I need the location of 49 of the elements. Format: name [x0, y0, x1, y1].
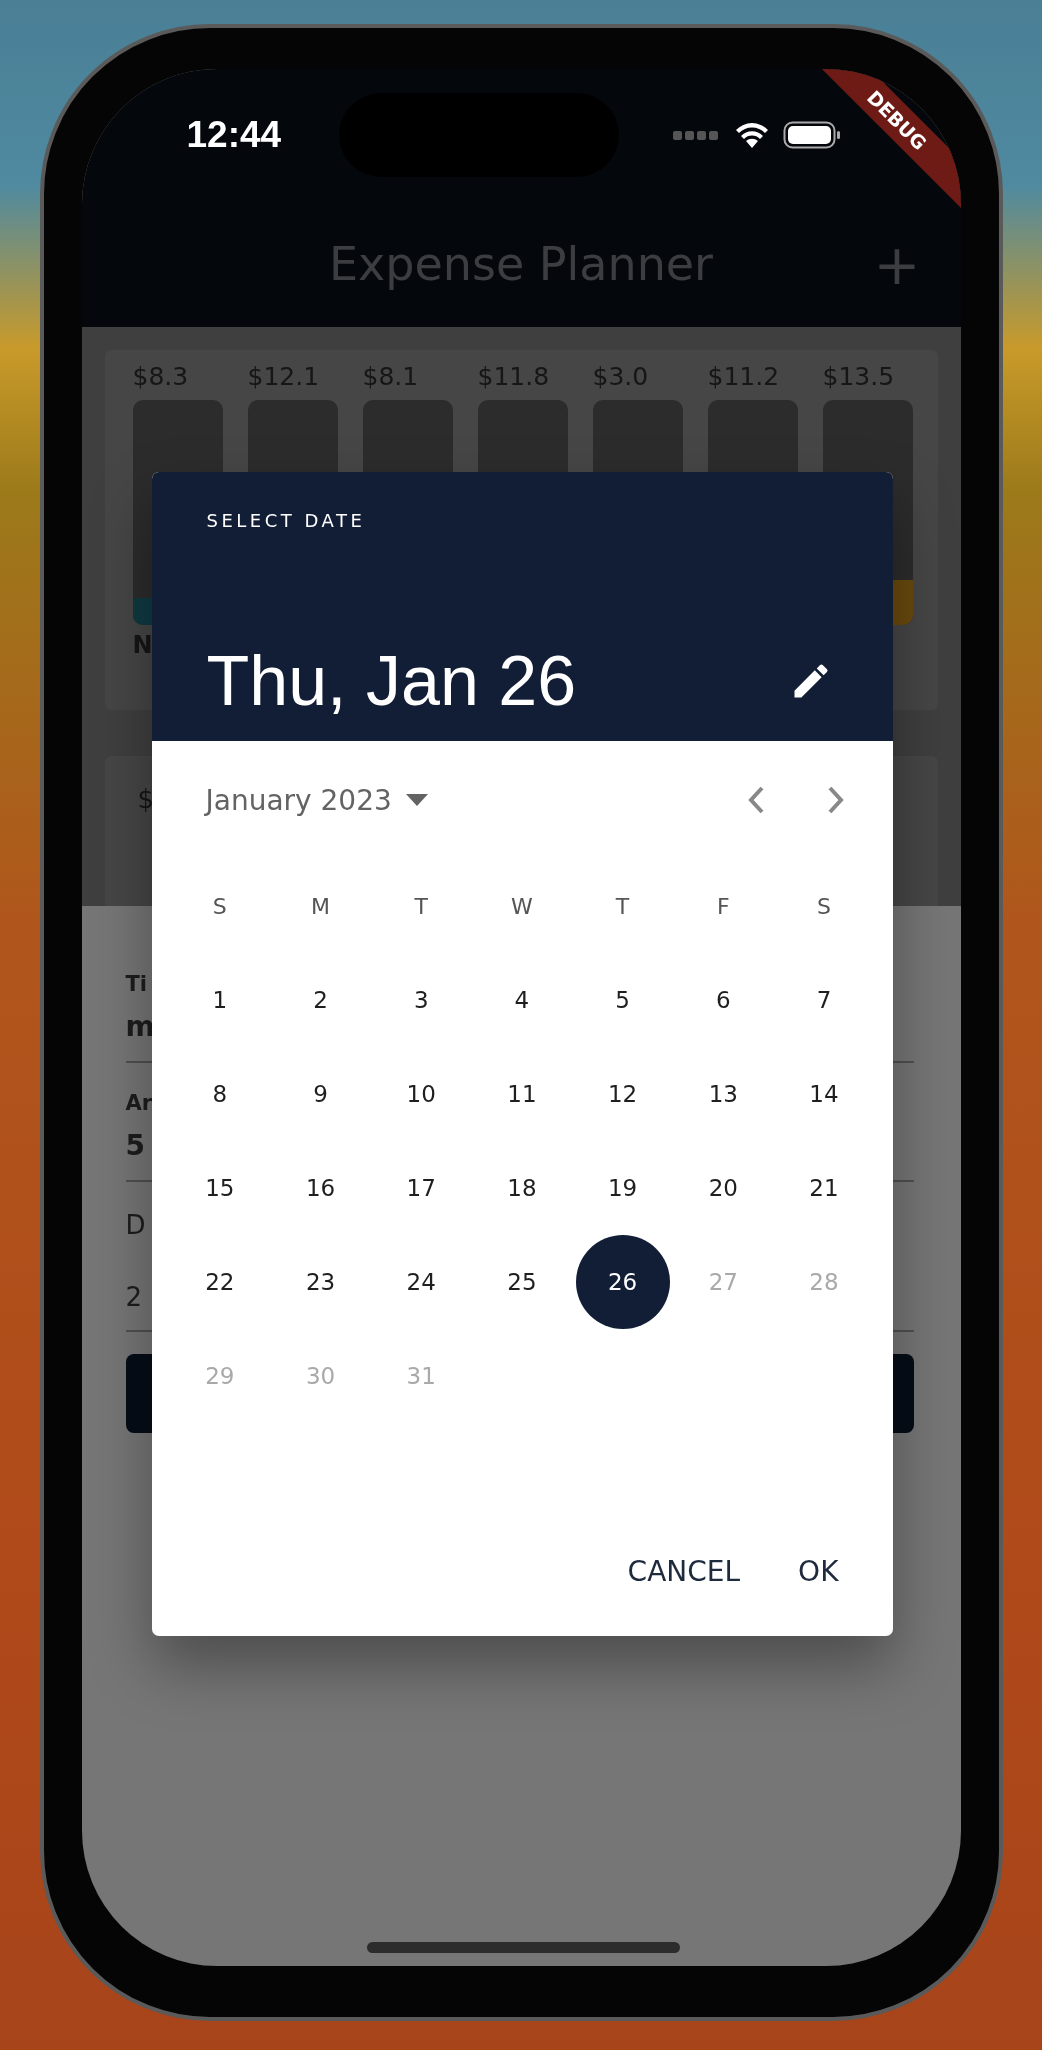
calendar-day[interactable]: 24: [374, 1235, 469, 1329]
field-label: D: [125, 1210, 146, 1240]
weekday-label: S: [816, 892, 832, 921]
calendar-day[interactable]: 11: [474, 1047, 569, 1141]
battery-icon: [782, 121, 841, 149]
calendar-day[interactable]: 2: [273, 953, 368, 1047]
month-selector[interactable]: January 2023: [205, 783, 428, 817]
weekday-label: F: [715, 892, 731, 921]
card-text: $: [137, 784, 155, 814]
dialog-title: SELECT DATE: [206, 510, 367, 531]
field-label: Ar: [125, 1091, 153, 1115]
calendar-day[interactable]: 14: [776, 1047, 871, 1141]
signal-icon: [672, 129, 721, 141]
calendar-day[interactable]: 25: [474, 1235, 569, 1329]
weekday-label: M: [310, 892, 331, 921]
calendar-day[interactable]: 18: [474, 1141, 569, 1235]
next-month-button[interactable]: [826, 785, 845, 815]
selected-date: Thu, Jan 26: [206, 641, 577, 721]
calendar-day[interactable]: 17: [374, 1141, 469, 1235]
weekday-label: T: [413, 892, 429, 921]
wifi-icon: [734, 122, 769, 148]
calendar-day[interactable]: 16: [273, 1141, 368, 1235]
dialog-action-button[interactable]: OK: [798, 1547, 839, 1596]
calendar-day[interactable]: 6: [676, 953, 771, 1047]
calendar-day[interactable]: 9: [273, 1047, 368, 1141]
calendar-day[interactable]: 22: [172, 1235, 267, 1329]
calendar-day[interactable]: 8: [172, 1047, 267, 1141]
calendar-day[interactable]: 23: [273, 1235, 368, 1329]
weekday-label: T: [614, 892, 631, 921]
calendar-day[interactable]: 19: [575, 1141, 670, 1235]
calendar-day[interactable]: 26: [575, 1235, 670, 1329]
status-time: 12:44: [186, 114, 283, 156]
calendar-day[interactable]: 12: [575, 1047, 670, 1141]
calendar-day[interactable]: 5: [575, 953, 670, 1047]
caret-icon: [405, 794, 428, 806]
calendar-day[interactable]: 7: [776, 953, 871, 1047]
dialog-action-button[interactable]: CANCEL: [627, 1547, 741, 1596]
calendar-day[interactable]: 20: [676, 1141, 771, 1235]
calendar-day[interactable]: 10: [374, 1047, 469, 1141]
previous-month-button[interactable]: [746, 785, 765, 815]
calendar-day[interactable]: 1: [172, 953, 267, 1047]
calendar-day[interactable]: 3: [374, 953, 469, 1047]
calendar-day[interactable]: 15: [172, 1141, 267, 1235]
weekday-label: W: [510, 892, 534, 921]
field-label: Ti: [125, 972, 148, 996]
calendar-day[interactable]: 13: [676, 1047, 771, 1141]
calendar-day[interactable]: 4: [474, 953, 569, 1047]
weekday-label: S: [211, 892, 228, 921]
calendar-day[interactable]: 21: [776, 1141, 871, 1235]
